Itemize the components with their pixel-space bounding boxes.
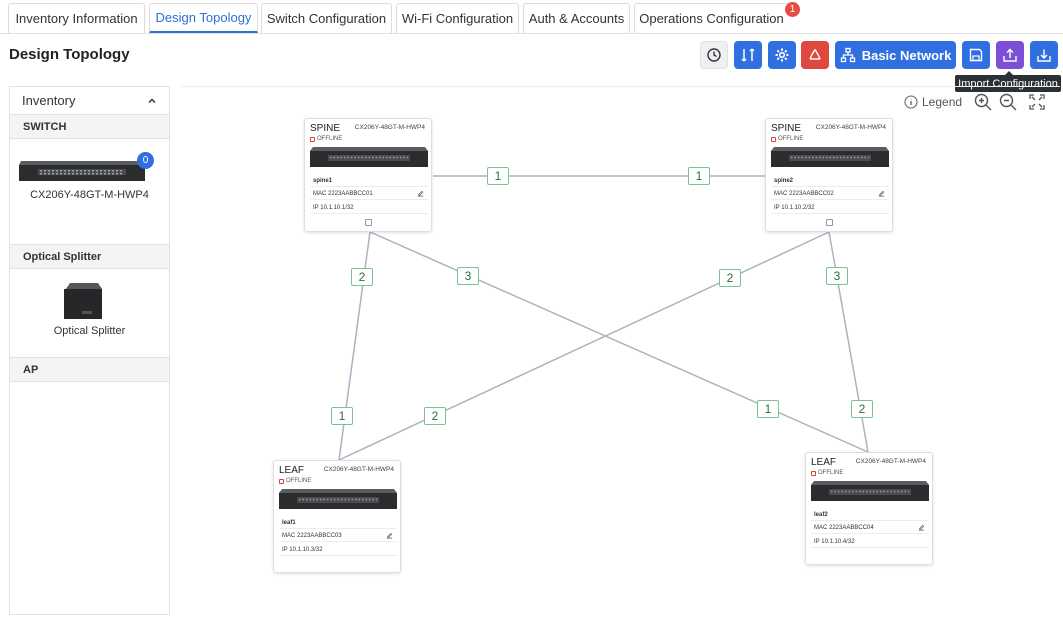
mac-text: MAC 2223AABBCC01 [313, 191, 373, 197]
port-label: 3 [826, 267, 848, 285]
switch-device-icon [771, 147, 889, 167]
status-text: OFFLINE [317, 136, 343, 142]
device-mac-field: MAC 2223AABBCC02 [771, 189, 889, 200]
device-model: CX206Y-48GT-M-HWP4 [815, 124, 886, 131]
device-model: CX206Y-48GT-M-HWP4 [323, 466, 394, 473]
port-label: 2 [851, 400, 873, 418]
collapse-icon[interactable] [826, 219, 833, 226]
edit-icon[interactable] [417, 190, 424, 197]
port-label: 1 [757, 400, 779, 418]
device-status: OFFLINE [771, 136, 803, 142]
device-model: CX206Y-48GT-M-HWP4 [855, 458, 926, 465]
port-label: 2 [351, 268, 373, 286]
port-label: 1 [688, 167, 710, 185]
port-label: 1 [331, 407, 353, 425]
device-ip-field: IP 10.1.10.3/32 [279, 545, 397, 556]
offline-icon [771, 136, 776, 142]
device-role: LEAF [811, 457, 837, 468]
edit-icon[interactable] [386, 532, 393, 539]
port-label: 1 [487, 167, 509, 185]
link-spine2-leaf2 [828, 231, 869, 453]
link-spine2-leaf1 [338, 231, 830, 461]
edit-icon[interactable] [878, 190, 885, 197]
device-name-field: leaf1 [279, 518, 397, 529]
device-ip-field: IP 10.1.10.4/32 [811, 537, 929, 548]
status-text: OFFLINE [778, 136, 804, 142]
port-label: 2 [424, 407, 446, 425]
mac-text: MAC 2223AABBCC02 [774, 191, 834, 197]
device-name-field: leaf2 [811, 510, 929, 521]
device-card-leaf1[interactable]: LEAF CX206Y-48GT-M-HWP4 OFFLINE leaf1 MA… [273, 460, 401, 573]
device-card-spine2[interactable]: SPINE CX206Y-48GT-M-HWP4 OFFLINE spine2 … [765, 118, 893, 232]
mac-text: MAC 2223AABBCC04 [814, 525, 874, 531]
device-role: SPINE [771, 123, 802, 134]
device-status: OFFLINE [811, 470, 843, 476]
mac-text: MAC 2223AABBCC03 [282, 533, 342, 539]
device-card-spine1[interactable]: SPINE CX206Y-48GT-M-HWP4 OFFLINE spine1 … [304, 118, 432, 232]
offline-icon [279, 478, 284, 484]
collapse-icon[interactable] [365, 219, 372, 226]
switch-device-icon [811, 481, 929, 501]
device-ip-field: IP 10.1.10.1/32 [310, 203, 428, 214]
link-spine1-leaf1 [338, 231, 371, 461]
device-role: SPINE [310, 123, 341, 134]
device-role: LEAF [279, 465, 305, 476]
edit-icon[interactable] [918, 524, 925, 531]
device-mac-field: MAC 2223AABBCC03 [279, 531, 397, 542]
device-name-field: spine1 [310, 176, 428, 187]
switch-device-icon [279, 489, 397, 509]
device-name-field: spine2 [771, 176, 889, 187]
device-mac-field: MAC 2223AABBCC04 [811, 523, 929, 534]
device-ip-field: IP 10.1.10.2/32 [771, 203, 889, 214]
port-label: 2 [719, 269, 741, 287]
device-status: OFFLINE [279, 478, 311, 484]
device-status: OFFLINE [310, 136, 342, 142]
port-label: 3 [457, 267, 479, 285]
device-mac-field: MAC 2223AABBCC01 [310, 189, 428, 200]
status-text: OFFLINE [286, 478, 312, 484]
device-model: CX206Y-48GT-M-HWP4 [354, 124, 425, 131]
offline-icon [811, 470, 816, 476]
device-card-leaf2[interactable]: LEAF CX206Y-48GT-M-HWP4 OFFLINE leaf2 MA… [805, 452, 933, 565]
status-text: OFFLINE [818, 470, 844, 476]
offline-icon [310, 136, 315, 142]
switch-device-icon [310, 147, 428, 167]
